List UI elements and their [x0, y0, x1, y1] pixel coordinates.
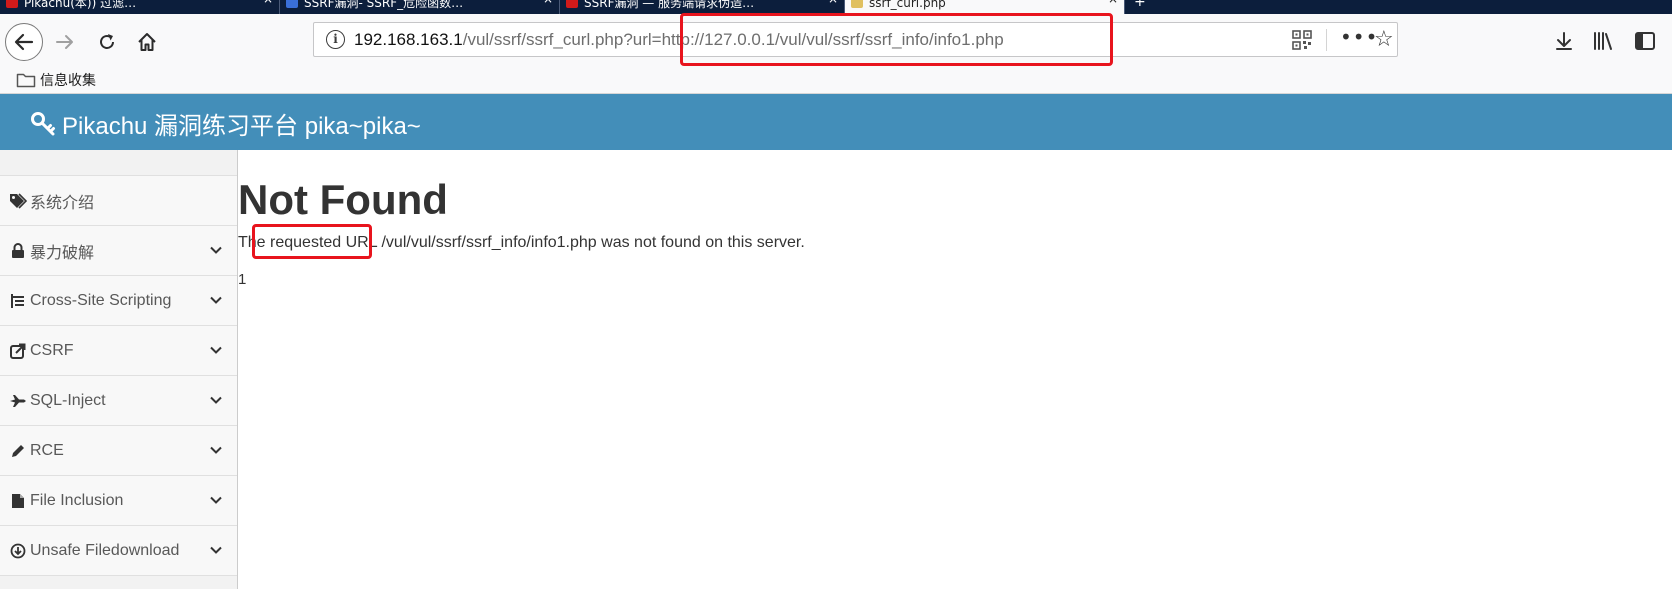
- chevron-down-icon: [210, 546, 222, 554]
- close-tab-icon[interactable]: ×: [543, 0, 553, 5]
- reload-button[interactable]: [92, 27, 122, 57]
- info-icon[interactable]: i: [326, 30, 345, 49]
- home-button[interactable]: [132, 27, 162, 57]
- app-header: Pikachu 漏洞练习平台 pika~pika~: [0, 94, 1672, 150]
- sidebar-item-brute-force[interactable]: 暴力破解: [0, 226, 237, 276]
- tab-label: SSRF漏洞- SSRF_危险函数…: [304, 0, 464, 10]
- sidebar-item-intro[interactable]: 系统介绍: [0, 176, 237, 226]
- url-host: 192.168.163.1: [354, 30, 463, 49]
- chevron-down-icon: [210, 296, 222, 304]
- qr-code-icon[interactable]: [1292, 30, 1312, 50]
- tab-favicon-icon: [851, 0, 863, 8]
- browser-tab-active[interactable]: ssrf_curl.php ×: [845, 0, 1125, 14]
- bookmark-label: 信息收集: [40, 73, 96, 89]
- forward-button[interactable]: [50, 27, 80, 57]
- sidebar-item-label: Cross-Site Scripting: [30, 291, 172, 309]
- sidebar-item-csrf[interactable]: CSRF: [0, 326, 237, 376]
- chevron-down-icon: [210, 396, 222, 404]
- sidebar-icon: [1635, 32, 1655, 50]
- pencil-icon: [8, 443, 28, 459]
- sidebar-item-label: SQL-Inject: [30, 391, 106, 409]
- main-content: Not Found The requested URL /vul/vul/ssr…: [238, 150, 1672, 589]
- sidebar-item-label: 暴力破解: [30, 244, 95, 262]
- tab-favicon-icon: [566, 0, 578, 8]
- close-tab-icon[interactable]: ×: [263, 0, 273, 5]
- reload-icon: [100, 34, 114, 49]
- chevron-down-icon: [210, 346, 222, 354]
- browser-tab[interactable]: SSRF漏洞 — 服务端请求伪造… ×: [560, 0, 845, 14]
- bookmarks-toolbar: 信息收集: [0, 68, 1672, 94]
- page-actions-icon[interactable]: •••: [1340, 25, 1378, 49]
- toolbar-divider: [1326, 29, 1327, 51]
- page-title: Not Found: [238, 176, 448, 223]
- sidebar-nav: 系统介绍 暴力破解 Cross-Site Scripting CSRF SQL-…: [0, 150, 238, 589]
- back-button[interactable]: [5, 23, 43, 61]
- bookmark-star-icon[interactable]: ☆: [1374, 27, 1394, 52]
- url-path: /vul/ssrf/ssrf_curl.php?url=http://127.0…: [462, 30, 1004, 49]
- download-arrow-icon: [1556, 32, 1572, 50]
- list-icon: [8, 293, 28, 309]
- address-bar[interactable]: i 192.168.163.1/vul/ssrf/ssrf_curl.php?u…: [313, 22, 1398, 57]
- folder-icon: [16, 73, 36, 88]
- tab-label: Pikachu(本)) 过滤…: [24, 0, 137, 10]
- chevron-down-icon: [210, 496, 222, 504]
- sidebar-item-xss[interactable]: Cross-Site Scripting: [0, 276, 237, 326]
- navigation-toolbar: i 192.168.163.1/vul/ssrf/ssrf_curl.php?u…: [0, 14, 1672, 68]
- browser-tab[interactable]: Pikachu(本)) 过滤… ×: [0, 0, 280, 14]
- sidebar-shortcuts: [0, 150, 237, 176]
- tab-label: ssrf_curl.php: [869, 0, 946, 10]
- output-value: 1: [238, 271, 247, 288]
- sidebar-item-unsafe-filedownload[interactable]: Unsafe Filedownload: [0, 526, 237, 576]
- sidebar-item-sql-inject[interactable]: SQL-Inject: [0, 376, 237, 426]
- sidebar-item-label: Unsafe Filedownload: [30, 541, 180, 559]
- tab-favicon-icon: [6, 0, 18, 8]
- browser-tab[interactable]: SSRF漏洞- SSRF_危险函数… ×: [280, 0, 560, 14]
- sidebar-item-label: 系统介绍: [30, 194, 95, 212]
- library-button[interactable]: [1592, 28, 1614, 54]
- chevron-down-icon: [210, 246, 222, 254]
- home-icon: [138, 33, 156, 51]
- sidebar-item-rce[interactable]: RCE: [0, 426, 237, 476]
- new-tab-icon[interactable]: +: [1134, 0, 1146, 10]
- sidebar-toggle-button[interactable]: [1634, 28, 1656, 54]
- key-icon: [31, 111, 55, 135]
- arrow-right-icon: [56, 35, 73, 49]
- fighter-jet-icon: [8, 394, 28, 408]
- sidebar-item-file-inclusion[interactable]: File Inclusion: [0, 476, 237, 526]
- tab-label: SSRF漏洞 — 服务端请求伪造…: [584, 0, 755, 10]
- arrow-left-icon: [14, 33, 34, 51]
- chevron-down-icon: [210, 446, 222, 454]
- share-icon: [8, 343, 28, 359]
- sidebar-item-label: RCE: [30, 441, 64, 459]
- url-text[interactable]: 192.168.163.1/vul/ssrf/ssrf_curl.php?url…: [354, 30, 1004, 50]
- downloads-button[interactable]: [1553, 28, 1575, 54]
- sidebar-item-label: CSRF: [30, 341, 74, 359]
- error-message: The requested URL /vul/vul/ssrf/ssrf_inf…: [238, 234, 805, 251]
- tab-strip: Pikachu(本)) 过滤… × SSRF漏洞- SSRF_危险函数… × S…: [0, 0, 1672, 14]
- close-tab-icon[interactable]: ×: [828, 0, 838, 5]
- app-title: Pikachu 漏洞练习平台 pika~pika~: [62, 113, 421, 140]
- library-icon: [1594, 32, 1612, 50]
- file-icon: [8, 493, 28, 509]
- sidebar-item-label: File Inclusion: [30, 491, 124, 509]
- download-icon: [8, 543, 28, 559]
- tags-icon: [8, 192, 28, 209]
- bookmark-folder[interactable]: 信息收集: [16, 70, 96, 90]
- close-tab-icon[interactable]: ×: [1108, 0, 1118, 5]
- lock-icon: [8, 242, 28, 259]
- tab-favicon-icon: [286, 0, 298, 8]
- app-brand[interactable]: Pikachu 漏洞练习平台 pika~pika~: [30, 106, 421, 141]
